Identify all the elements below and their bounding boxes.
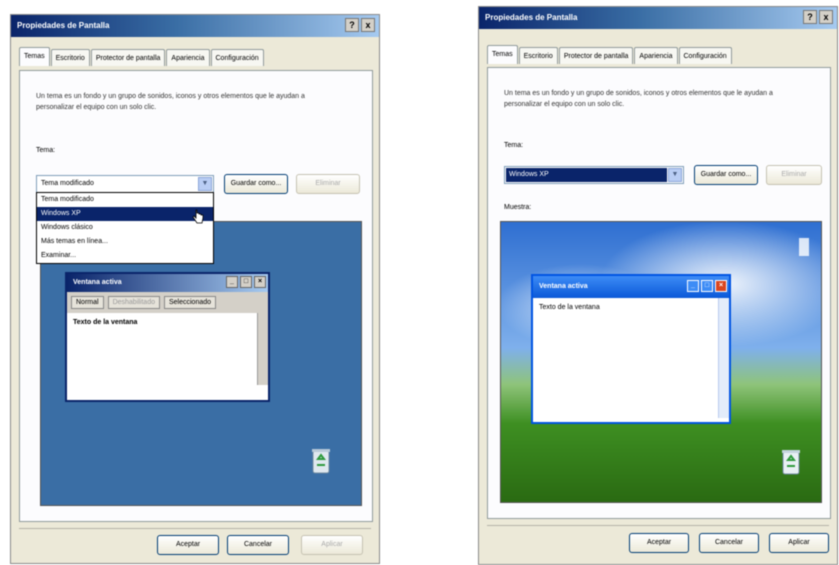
theme-label: Tema: bbox=[504, 142, 524, 149]
ok-button[interactable]: Aceptar bbox=[157, 535, 219, 555]
tab-strip: Temas Escritorio Protector de pantalla A… bbox=[487, 45, 733, 64]
footer-separator bbox=[487, 525, 829, 526]
tab-appearance[interactable]: Apariencia bbox=[634, 47, 678, 64]
tab-screensaver[interactable]: Protector de pantalla bbox=[90, 49, 166, 66]
cancel-button[interactable]: Cancelar bbox=[699, 533, 759, 553]
close-button[interactable]: x bbox=[819, 10, 833, 24]
apply-button[interactable]: Aplicar bbox=[301, 535, 363, 555]
cancel-button[interactable]: Cancelar bbox=[227, 535, 289, 555]
tab-appearance[interactable]: Apariencia bbox=[166, 49, 210, 66]
apply-button[interactable]: Aplicar bbox=[769, 533, 829, 553]
footer-separator bbox=[19, 528, 371, 529]
tab-strip: Temas Escritorio Protector de pantalla A… bbox=[19, 47, 265, 66]
hand-cursor-icon bbox=[192, 209, 204, 224]
close-icon: × bbox=[254, 276, 266, 288]
tab-themes[interactable]: Temas bbox=[19, 47, 50, 66]
preview-window-text: Texto de la ventana bbox=[539, 304, 600, 311]
help-button[interactable]: ? bbox=[345, 18, 359, 32]
dropdown-option[interactable]: Más temas en línea... bbox=[37, 235, 213, 249]
close-button[interactable]: x bbox=[361, 18, 375, 32]
delete-button[interactable]: Eliminar bbox=[296, 174, 360, 194]
help-button[interactable]: ? bbox=[803, 10, 817, 24]
preview-window-body: Texto de la ventana bbox=[67, 313, 268, 385]
tab-desktop[interactable]: Escritorio bbox=[50, 49, 90, 66]
ok-button[interactable]: Aceptar bbox=[629, 533, 689, 553]
theme-description: Un tema es un fondo y un grupo de sonido… bbox=[36, 93, 305, 111]
tab-desktop[interactable]: Escritorio bbox=[518, 47, 558, 64]
dropdown-option[interactable]: Windows clásico bbox=[37, 221, 213, 235]
theme-select-value: Tema modificado bbox=[41, 180, 94, 187]
preview-window-titlebar: Ventana activa _ □ × bbox=[533, 276, 729, 298]
dropdown-option[interactable]: Examinar... bbox=[37, 249, 213, 263]
preview-scrollbar bbox=[718, 298, 729, 418]
preview-button-states: Normal Deshabilitado Seleccionado bbox=[67, 292, 268, 313]
preview-window-text: Texto de la ventana bbox=[73, 319, 138, 326]
themes-panel: Un tema es un fondo y un grupo de sonido… bbox=[19, 70, 373, 522]
close-icon: × bbox=[715, 280, 727, 292]
theme-select[interactable]: Windows XP ▼ bbox=[504, 166, 684, 184]
minimize-icon: _ bbox=[687, 280, 699, 292]
theme-description: Un tema es un fondo y un grupo de sonido… bbox=[504, 90, 773, 108]
preview-active-window: Ventana activa _ □ × Texto de la ventana bbox=[531, 274, 731, 424]
minimize-icon: _ bbox=[226, 276, 238, 288]
theme-select-value: Windows XP bbox=[506, 168, 667, 182]
window-title: Propiedades de Pantalla bbox=[485, 13, 578, 22]
chevron-down-icon[interactable]: ▼ bbox=[668, 168, 682, 182]
save-as-button[interactable]: Guardar como... bbox=[224, 174, 288, 194]
delete-button[interactable]: Eliminar bbox=[766, 165, 822, 185]
preview-active-window: Ventana activa _ □ × Normal Deshabilitad… bbox=[65, 272, 270, 402]
recycle-bin-icon bbox=[312, 449, 330, 474]
dropdown-option[interactable]: Tema modificado bbox=[37, 193, 213, 207]
maximize-icon: □ bbox=[701, 280, 713, 292]
tab-screensaver[interactable]: Protector de pantalla bbox=[558, 47, 634, 64]
preview-window-body: Texto de la ventana bbox=[533, 298, 729, 418]
chevron-down-icon[interactable]: ▼ bbox=[198, 177, 212, 191]
theme-preview: Ventana activa _ □ × Texto de la ventana bbox=[500, 221, 822, 503]
display-properties-dialog-right: Propiedades de Pantalla ? x Temas Escrit… bbox=[478, 6, 838, 565]
theme-dropdown-list: Tema modificado Windows XP Windows clási… bbox=[36, 192, 214, 264]
preview-state-selected: Seleccionado bbox=[163, 296, 217, 309]
tab-themes[interactable]: Temas bbox=[487, 45, 518, 64]
preview-window-titlebar: Ventana activa _ □ × bbox=[67, 274, 268, 292]
theme-label: Tema: bbox=[36, 147, 56, 154]
title-bar: Propiedades de Pantalla ? x bbox=[11, 15, 379, 37]
themes-panel: Un tema es un fondo y un grupo de sonido… bbox=[487, 67, 831, 519]
save-as-button[interactable]: Guardar como... bbox=[694, 165, 758, 185]
window-title: Propiedades de Pantalla bbox=[17, 21, 110, 30]
tab-settings[interactable]: Configuración bbox=[678, 47, 732, 64]
preview-label: Muestra: bbox=[504, 204, 532, 211]
windows-logo-icon bbox=[799, 238, 809, 256]
recycle-bin-icon bbox=[782, 450, 800, 475]
preview-scrollbar bbox=[257, 313, 268, 385]
dropdown-option-highlighted[interactable]: Windows XP bbox=[37, 207, 213, 221]
title-bar: Propiedades de Pantalla ? x bbox=[479, 7, 837, 29]
display-properties-dialog-left: Propiedades de Pantalla ? x Temas Escrit… bbox=[10, 14, 380, 564]
preview-window-title: Ventana activa bbox=[539, 283, 588, 290]
tab-settings[interactable]: Configuración bbox=[210, 49, 264, 66]
preview-state-disabled: Deshabilitado bbox=[107, 296, 160, 309]
theme-select[interactable]: Tema modificado ▼ bbox=[36, 175, 214, 193]
preview-window-title: Ventana activa bbox=[73, 279, 122, 286]
maximize-icon: □ bbox=[240, 276, 252, 288]
preview-state-normal: Normal bbox=[71, 296, 104, 309]
